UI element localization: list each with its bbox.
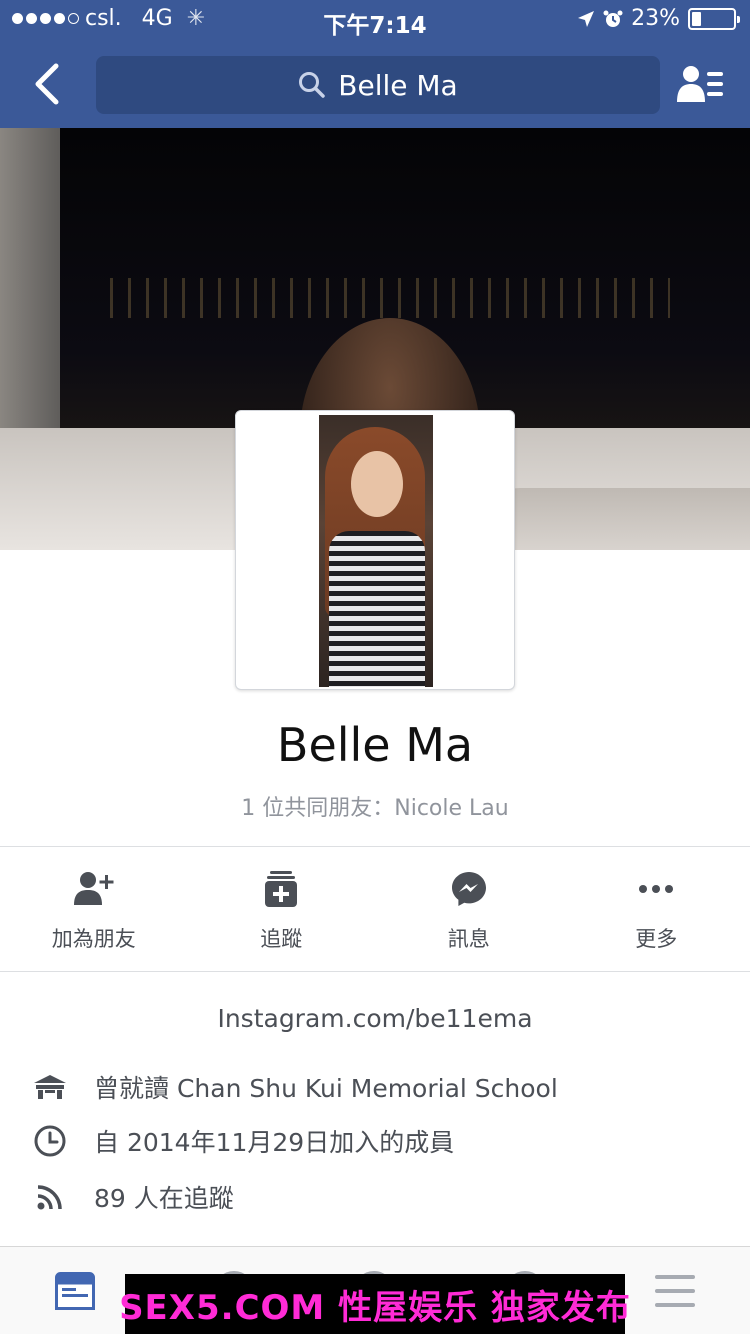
search-query: Belle Ma — [338, 68, 458, 102]
person-list-icon — [677, 66, 723, 102]
follow-button[interactable]: 追蹤 — [188, 847, 376, 971]
clock-icon — [34, 1125, 66, 1157]
profile-name: Belle Ma — [276, 718, 474, 772]
friends-list-button[interactable] — [674, 60, 728, 108]
rss-icon — [37, 1185, 62, 1210]
add-friend-icon — [73, 872, 114, 905]
add-friend-button[interactable]: 加為朋友 — [0, 847, 188, 971]
more-button[interactable]: 更多 — [563, 847, 750, 971]
add-friend-label: 加為朋友 — [51, 927, 136, 951]
status-bar: csl. 4G ✳ 下午7:14 23% — [0, 0, 750, 40]
location-arrow-icon — [578, 10, 595, 27]
avatar — [319, 415, 433, 687]
divider — [0, 971, 750, 972]
message-label: 訊息 — [447, 927, 490, 951]
battery-percent: 23% — [631, 6, 680, 31]
tab-news-feed[interactable] — [53, 1269, 97, 1313]
more-label: 更多 — [635, 927, 678, 951]
profile-actions: 加為朋友 追蹤 訊息 更多 — [0, 847, 750, 971]
search-bar[interactable]: Belle Ma — [96, 56, 660, 114]
top-bar: csl. 4G ✳ 下午7:14 23% Belle Ma — [0, 0, 750, 128]
search-icon — [299, 72, 326, 98]
back-button[interactable] — [24, 60, 68, 108]
message-button[interactable]: 訊息 — [375, 847, 563, 971]
intro-education-text: 曾就讀 Chan Shu Kui Memorial School — [94, 1074, 558, 1103]
chevron-left-icon — [35, 63, 59, 105]
follow-icon — [265, 871, 298, 907]
mutual-friends-link[interactable]: 1 位共同朋友：Nicole Lau — [0, 790, 750, 822]
news-feed-icon — [55, 1272, 95, 1310]
alarm-icon — [603, 10, 623, 27]
intro-joined-text: 自 2014年11月29日加入的成員 — [94, 1128, 455, 1157]
watermark-banner: SEX5.COM 性屋娱乐 独家发布 — [119, 1274, 630, 1334]
profile-picture[interactable] — [235, 410, 515, 690]
intro-followers[interactable]: 89 人在追蹤 — [32, 1177, 732, 1217]
messenger-icon — [451, 872, 486, 906]
intro-joined: 自 2014年11月29日加入的成員 — [32, 1121, 732, 1161]
follow-label: 追蹤 — [260, 927, 303, 951]
more-icon — [639, 885, 674, 893]
battery-icon — [688, 7, 740, 30]
intro-followers-text: 89 人在追蹤 — [94, 1184, 234, 1213]
instagram-link[interactable]: Instagram.com/be11ema — [0, 1004, 750, 1033]
tab-menu[interactable] — [653, 1269, 697, 1313]
battery-fill — [692, 11, 701, 26]
school-icon — [34, 1075, 66, 1099]
intro-education[interactable]: 曾就讀 Chan Shu Kui Memorial School — [32, 1067, 732, 1107]
menu-icon — [655, 1275, 695, 1307]
